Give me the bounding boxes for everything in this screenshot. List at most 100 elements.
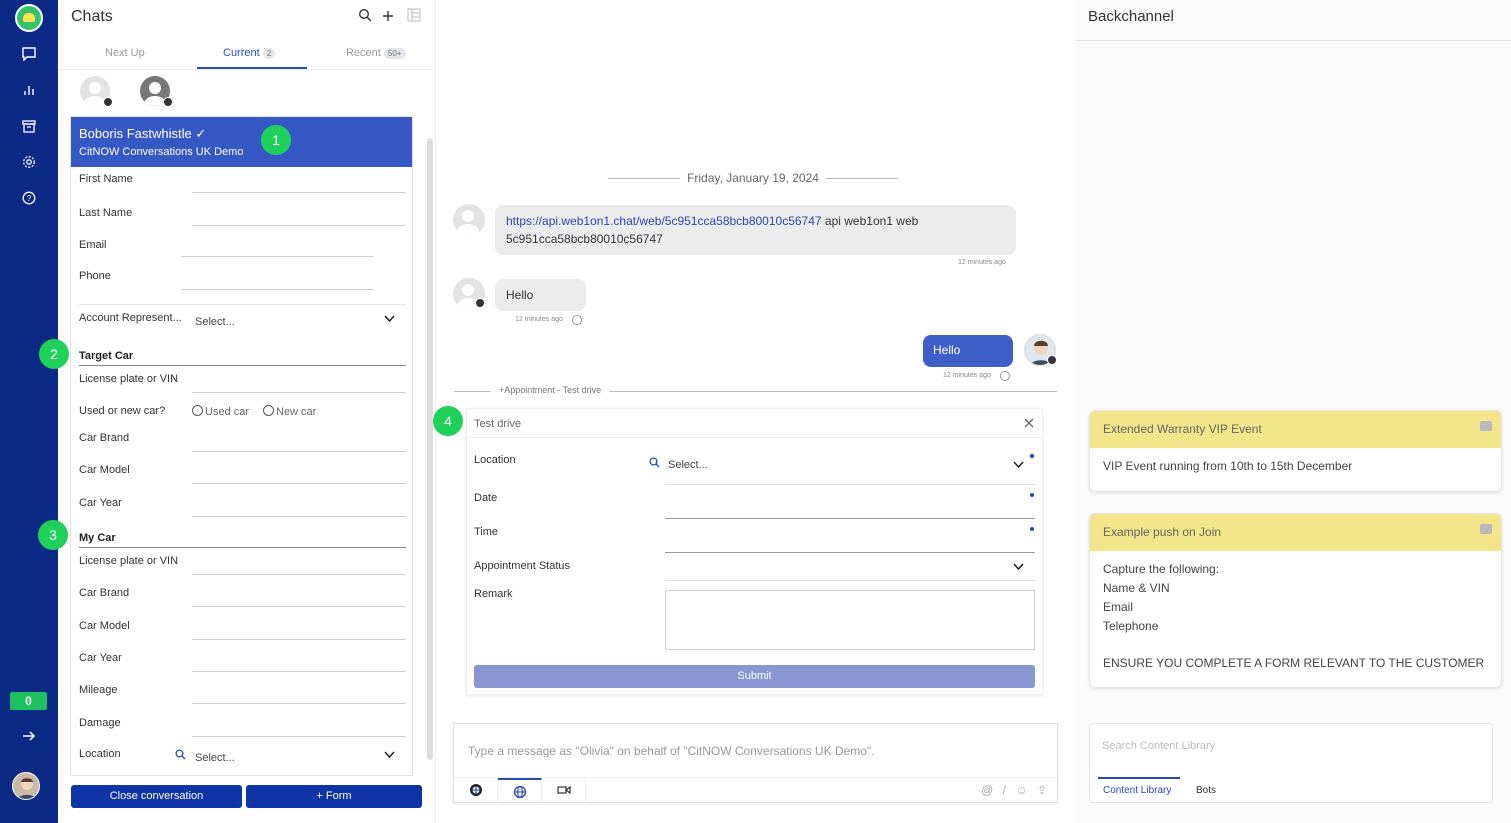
archive-icon[interactable] [19,118,39,138]
appointment-status-label: Appointment Status [474,560,571,572]
location-select[interactable]: Select... [668,459,708,471]
divider [467,437,1042,438]
message-text: 5c951cca58bcb80010c56747 [506,232,663,246]
slash-command-icon[interactable]: / [1003,783,1006,797]
chevron-down-icon[interactable] [384,314,395,326]
target-plate-field[interactable] [192,392,406,393]
comment-icon [1480,524,1492,534]
video-icon[interactable] [542,778,586,804]
composer-toolbar: @ / ☺ ⇪ [454,777,1057,804]
user-avatar[interactable] [12,772,40,800]
damage-field[interactable] [192,736,406,737]
email-label: Email [79,239,107,251]
submit-button[interactable]: Submit [474,665,1035,688]
my-brand-label: Car Brand [79,587,130,599]
phone-field[interactable] [181,289,373,290]
my-year-field[interactable] [192,671,406,672]
emoji-icon[interactable]: ☺ [1015,783,1027,797]
bar-chart-icon[interactable] [19,82,39,102]
chat-icon[interactable] [19,46,39,66]
message-input[interactable]: Type a message as "Olivia" on behalf of … [468,744,875,758]
my-model-label: Car Model [79,620,130,632]
search-icon [175,749,186,763]
close-icon[interactable] [1024,415,1034,431]
tab-bots[interactable]: Bots [1196,785,1216,796]
tab-count: 50+ [383,48,406,59]
tab-next-up[interactable]: Next Up [105,47,145,59]
contact-header[interactable]: Boboris Fastwhistle ✓ CitNOW Conversatio… [71,117,412,167]
target-plate-label: License plate or VIN [79,373,179,385]
appointment-status-select[interactable] [665,580,1035,581]
first-name-field[interactable] [192,192,406,193]
note-card[interactable]: Example push on Join Capture the followi… [1089,513,1502,688]
location-label: Location [474,454,516,466]
account-rep-select[interactable]: Select... [195,316,235,328]
message-text: Hello [506,288,534,302]
scrollbar[interactable] [427,138,433,760]
location-select[interactable]: Select... [195,752,235,764]
app-logo[interactable] [15,4,43,32]
tab-count: 2 [262,48,276,59]
backchannel-title: Backchannel [1088,8,1174,25]
close-conversation-button[interactable]: Close conversation [71,785,242,808]
layout-toggle-icon[interactable] [407,8,421,26]
help-icon[interactable]: ? [19,190,39,210]
my-plate-field[interactable] [192,574,406,575]
upload-icon[interactable]: ⇪ [1037,783,1047,797]
required-indicator [1030,527,1034,531]
time-field[interactable] [665,552,1035,553]
target-car-heading: Target Car [79,350,134,362]
annotation-marker-2: 2 [39,339,69,369]
backchannel-panel: Backchannel Extended Warranty VIP Event … [1076,0,1511,823]
used-or-new-label: Used or new car? [79,405,166,417]
my-model-field[interactable] [192,639,406,640]
target-brand-field[interactable] [192,451,406,452]
annotation-marker-1: 1 [261,125,291,155]
new-car-radio[interactable]: New car [263,405,316,418]
target-year-field[interactable] [192,516,406,517]
chevron-down-icon[interactable] [384,750,395,762]
remark-label: Remark [474,588,513,600]
used-car-radio[interactable]: Used car [192,405,249,418]
note-title: Extended Warranty VIP Event [1103,422,1262,436]
brand-logo-icon[interactable] [454,778,498,804]
note-card[interactable]: Extended Warranty VIP Event VIP Event ru… [1089,410,1502,492]
chevron-down-icon[interactable] [1013,460,1024,472]
settings-icon[interactable] [19,154,39,174]
date-field[interactable] [665,518,1035,519]
target-model-field[interactable] [192,483,406,484]
tab-current[interactable]: Current 2 [223,47,276,59]
composer-tools: @ / ☺ ⇪ [981,783,1047,797]
required-indicator [1030,493,1034,497]
date-separator: Friday, January 19, 2024 [608,171,898,187]
comment-icon [1480,421,1492,431]
phone-label: Phone [79,270,111,282]
arrow-right-icon[interactable] [19,728,39,748]
mention-icon[interactable]: @ [981,783,993,797]
note-line: Telephone [1103,619,1159,633]
mileage-field[interactable] [192,703,406,704]
web-channel-icon[interactable] [498,778,542,804]
remark-textarea[interactable] [665,590,1035,650]
email-field[interactable] [181,256,373,257]
content-search-input[interactable]: Search Content Library [1102,740,1215,752]
tab-content-library[interactable]: Content Library [1103,785,1171,796]
appointment-form: Test drive Location Select... Date Time … [466,408,1043,695]
add-form-button[interactable]: + Form [246,785,422,808]
last-name-field[interactable] [192,225,406,226]
chevron-down-icon[interactable] [1013,562,1024,574]
annotation-marker-3: 3 [38,520,68,550]
unread-count-badge[interactable]: 0 [10,692,47,710]
radio-icon [192,405,203,416]
note-title: Example push on Join [1103,525,1222,539]
tab-recent[interactable]: Recent 50+ [346,47,406,59]
account-rep-label: Account Represent... [79,312,182,324]
plus-icon[interactable] [382,9,398,26]
damage-label: Damage [79,717,121,729]
globe-icon [1000,371,1010,381]
message-link[interactable]: https://api.web1on1.chat/web/5c951cca58b… [506,214,822,228]
search-icon [649,455,660,473]
search-icon[interactable] [358,8,376,26]
my-brand-field[interactable] [192,606,406,607]
target-year-label: Car Year [79,497,122,509]
